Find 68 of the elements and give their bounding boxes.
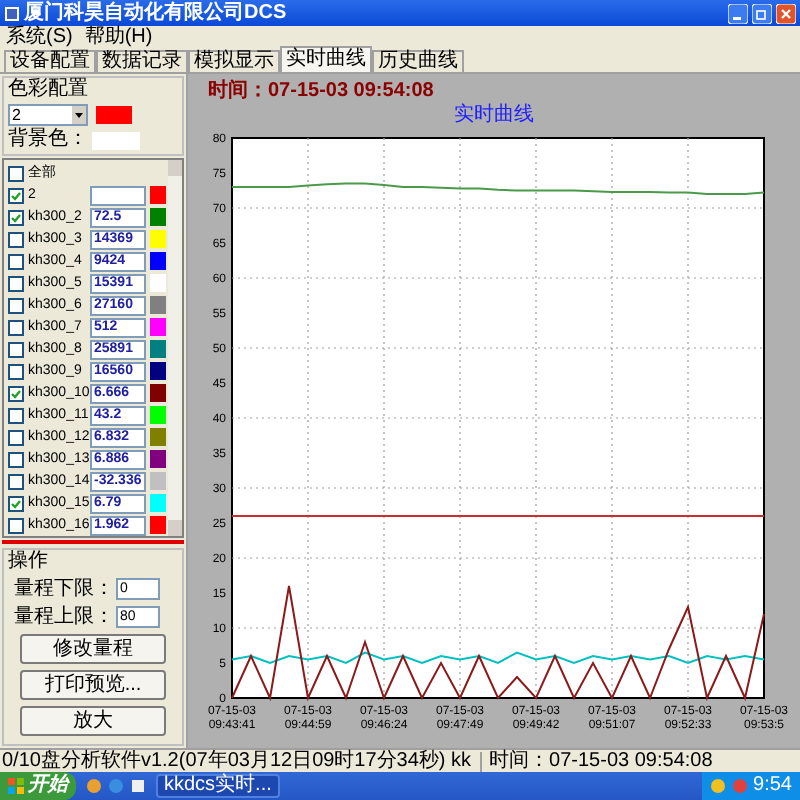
tab[interactable]: 数据记录 [96,50,188,72]
group-title: 操作 [8,552,50,572]
checkbox[interactable] [8,407,24,423]
start-button[interactable]: 开始 [0,772,76,800]
time-label: 时间：07-15-03 09:54:08 [206,77,436,102]
minimize-icon[interactable] [728,3,748,23]
action-button[interactable]: 打印预览... [20,670,166,700]
value-field[interactable] [90,185,146,205]
scrollbar[interactable] [168,160,182,536]
color-swatch[interactable] [150,340,166,358]
channel-dropdown[interactable]: 2 [8,104,88,126]
checkbox[interactable] [8,319,24,335]
chart-title: 实时曲线 [454,102,534,126]
color-swatch[interactable] [150,406,166,424]
checkbox[interactable] [8,165,24,181]
tab[interactable]: 设备配置 [4,50,96,72]
field-label: 量程下限： [14,579,114,599]
close-icon[interactable] [776,3,796,23]
checkbox[interactable] [8,253,24,269]
checkbox[interactable] [8,495,24,511]
checkbox[interactable] [8,473,24,489]
tab[interactable]: 模拟显示 [188,50,280,72]
checkbox[interactable] [8,297,24,313]
checkbox[interactable] [8,517,24,533]
color-swatch[interactable] [150,252,166,270]
checkbox[interactable] [8,231,24,247]
color-swatch[interactable] [150,296,166,314]
checkbox[interactable] [8,341,24,357]
windows-logo-icon [8,778,24,794]
color-swatch[interactable] [150,208,166,226]
color-swatch[interactable] [150,362,166,380]
color-swatch[interactable] [150,428,166,446]
color-swatch[interactable] [150,384,166,402]
check-icon [10,497,22,509]
status-time: 时间：07-15-03 09:54:08 [487,751,715,771]
color-swatch[interactable] [150,274,166,292]
checkbox[interactable] [8,209,24,225]
tab[interactable]: 历史曲线 [372,50,464,72]
color-swatch[interactable] [96,106,132,124]
checkbox[interactable] [8,451,24,467]
action-button[interactable]: 放大 [20,706,166,736]
color-swatch[interactable] [150,186,166,204]
clock: 9:54 [753,776,792,796]
group-title: 色彩配置 [8,80,90,100]
color-swatch[interactable] [150,230,166,248]
checkbox[interactable] [8,429,24,445]
checkbox[interactable] [8,385,24,401]
field-label: 量程上限： [14,607,114,627]
caret-icon [72,106,86,124]
restore-icon[interactable] [752,3,772,23]
color-swatch[interactable] [150,472,166,490]
checkbox[interactable] [8,275,24,291]
color-swatch[interactable] [150,494,166,512]
taskbar-button[interactable]: kkdcs实时... [156,774,280,798]
check-icon [10,387,22,399]
app-icon [4,5,20,21]
tab[interactable]: 实时曲线 [280,46,372,72]
color-swatch[interactable] [92,131,140,149]
menu-item[interactable]: 帮助(H) [84,27,153,47]
color-swatch[interactable] [150,318,166,336]
action-button[interactable]: 修改量程 [20,634,166,664]
checkbox[interactable] [8,187,24,203]
background-label: 背景色： [8,130,88,150]
color-swatch[interactable] [150,450,166,468]
window-title: 厦门科昊自动化有限公司DCS [24,1,289,25]
color-swatch[interactable] [150,516,166,534]
checkbox[interactable] [8,363,24,379]
menu-item[interactable]: 系统(S) [6,27,73,47]
